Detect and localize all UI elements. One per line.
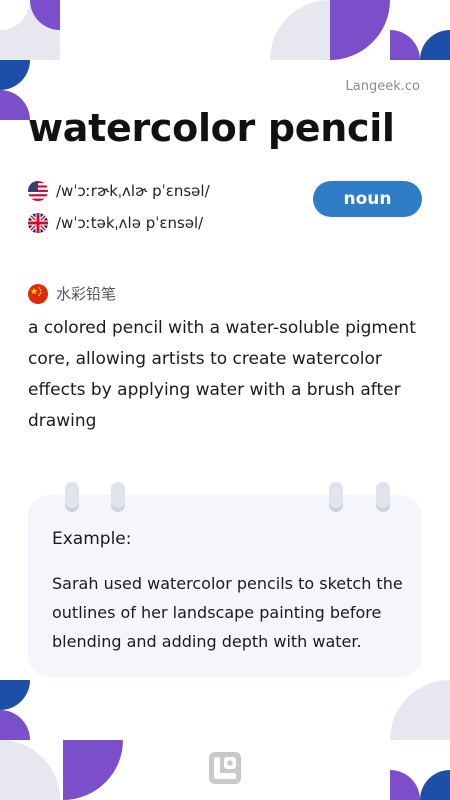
site-label[interactable]: Langeek.co — [346, 79, 420, 94]
pronunciation-us[interactable]: /wˈɔːrɚkˌʌlɚ pˈɛnsəl/ — [28, 181, 210, 201]
example-card: Example: Sarah used watercolor pencils t… — [28, 495, 422, 677]
example-title: Example: — [52, 529, 132, 549]
example-sentence: Sarah used watercolor pencils to sketch … — [52, 574, 403, 651]
bottom-left-decoration — [0, 680, 123, 800]
bottom-right-decoration — [390, 680, 450, 800]
part-of-speech-badge: noun — [313, 181, 422, 217]
uk-flag-icon — [28, 213, 48, 233]
binder-ring — [376, 482, 390, 512]
binder-ring — [329, 482, 343, 512]
ipa-us: /wˈɔːrɚkˌʌlɚ pˈɛnsəl/ — [56, 182, 210, 200]
translation-text: 水彩铅笔 — [56, 285, 117, 303]
binder-ring — [65, 482, 79, 512]
top-right-decoration — [270, 0, 450, 60]
ipa-uk: /wˈɔːtəkˌʌlə pˈɛnsəl/ — [56, 214, 204, 232]
headword: watercolor pencil — [28, 106, 395, 150]
pronunciation-uk[interactable]: /wˈɔːtəkˌʌlə pˈɛnsəl/ — [28, 213, 203, 233]
us-flag-icon — [28, 181, 48, 201]
definition-text: a colored pencil with a water-soluble pi… — [28, 318, 416, 431]
china-flag-icon — [28, 283, 48, 304]
translation: 水彩铅笔 — [28, 283, 116, 304]
binder-ring — [111, 482, 125, 512]
langeek-logo-icon — [209, 752, 241, 784]
